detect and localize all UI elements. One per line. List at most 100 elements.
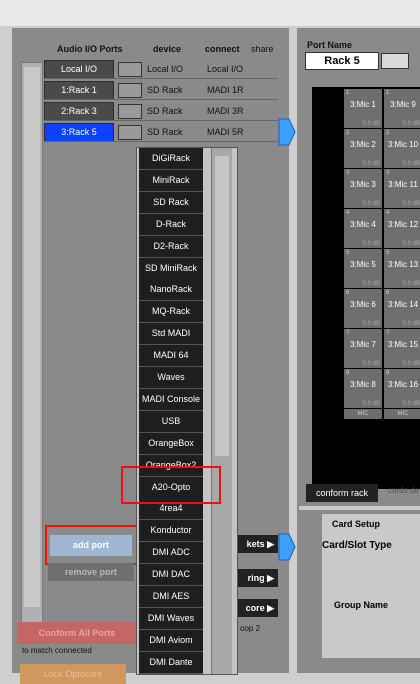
channel-cell[interactable]: 7 3:Mic 7 0.0 dB [344, 329, 382, 368]
channel-number: 2 [346, 130, 350, 136]
dropdown-option[interactable]: DMI Aviom [139, 629, 203, 652]
conform-rack-button[interactable]: conform rack [306, 484, 378, 502]
port-name-cell[interactable]: Local I/O [44, 60, 114, 79]
row-divider [44, 99, 278, 100]
channel-name: 3:Mic 12 [387, 220, 419, 229]
channel-gain: 0.0 dB [362, 321, 380, 327]
dropdown-option[interactable]: MQ-Rack [139, 301, 203, 324]
channel-cell[interactable]: 3 3:Mic 11 0.0 dB [384, 169, 420, 208]
dropdown-option[interactable]: DMI DAC [139, 564, 203, 587]
channel-cell[interactable]: 2 3:Mic 10 0.0 dB [384, 129, 420, 168]
arrow-right-icon[interactable] [278, 533, 296, 561]
lock-optocore-button[interactable]: Lock Optocore [20, 664, 126, 684]
device-dropdown[interactable]: DiGiRack MiniRack SD Rack D-Rack D2-Rack SD M… [136, 147, 238, 675]
channel-cell[interactable]: 8 3:Mic 16 0.0 dB [384, 369, 420, 408]
channel-number: 2 [386, 130, 390, 136]
channel-name: 3:Mic 10 [387, 140, 419, 149]
mic-label: MIC [384, 409, 420, 419]
channel-gain: 0.0 dB [362, 161, 380, 167]
device-select-toggle[interactable] [118, 104, 142, 119]
dropdown-option[interactable]: SD Rack [139, 191, 203, 214]
channel-cell[interactable]: 3 3:Mic 3 0.0 dB [344, 169, 382, 208]
device-cell: SD Rack [147, 85, 183, 95]
dropdown-option[interactable]: MiniRack [139, 169, 203, 192]
channel-cell[interactable]: 2 3:Mic 2 0.0 dB [344, 129, 382, 168]
dropdown-option[interactable]: DiGiRack [139, 148, 203, 170]
channel-gain: 0.0 dB [402, 361, 420, 367]
channel-number: 8 [346, 370, 350, 376]
device-select-toggle[interactable] [118, 83, 142, 98]
channel-cell[interactable]: 4 3:Mic 4 0.0 dB [344, 209, 382, 248]
routing-button[interactable]: ring ▶ [236, 569, 278, 587]
col-header-device: device [153, 44, 182, 54]
sockets-button[interactable]: kets ▶ [236, 535, 278, 553]
dropdown-option[interactable]: D2-Rack [139, 235, 203, 258]
channel-gain: 0.0 dB [402, 121, 420, 127]
dropdown-scrollbar[interactable] [211, 148, 232, 674]
dropdown-option[interactable]: Waves [139, 367, 203, 389]
cards-dev-label: cards de [388, 486, 419, 495]
channel-cell[interactable]: 6 3:Mic 14 0.0 dB [384, 289, 420, 328]
channel-gain: 0.0 dB [402, 401, 420, 407]
dropdown-option[interactable]: Std MADI [139, 323, 203, 346]
scrollbar-thumb[interactable] [24, 67, 40, 607]
channel-name: 3:Mic 5 [350, 260, 376, 269]
channel-number: 1 [346, 90, 350, 96]
channel-number: 5 [346, 250, 350, 256]
scrollbar-thumb[interactable] [215, 156, 229, 456]
dropdown-option[interactable]: MADI Console [139, 388, 203, 411]
device-select-toggle[interactable] [118, 62, 142, 77]
port-row[interactable]: 1:Rack 1 SD Rack MADI 1R [44, 81, 278, 100]
channel-number: 6 [346, 290, 350, 296]
arrow-right-icon[interactable] [278, 118, 296, 146]
col-header-ports: Audio I/O Ports [57, 44, 123, 54]
port-row[interactable]: 3:Rack 5 SD Rack MADI 5R [44, 123, 278, 142]
card-slot-type-label: Card/Slot Type [322, 540, 392, 551]
dropdown-option[interactable]: OrangeBox [139, 432, 203, 455]
device-select-toggle[interactable] [118, 125, 142, 140]
channel-gain: 0.0 dB [362, 401, 380, 407]
conform-all-ports-button[interactable]: Conform All Ports [17, 622, 137, 644]
channel-number: 1 [386, 90, 390, 96]
channel-gain: 0.0 dB [402, 201, 420, 207]
keyboard-icon[interactable] [381, 53, 409, 69]
connect-cell: MADI 1R [207, 85, 244, 95]
channel-gain: 0.0 dB [402, 321, 420, 327]
port-name-cell[interactable]: 3:Rack 5 [44, 123, 114, 142]
dropdown-option[interactable]: DMI AES [139, 586, 203, 608]
channel-name: 3:Mic 4 [350, 220, 376, 229]
channel-name: 3:Mic 6 [350, 300, 376, 309]
channel-gain: 0.0 dB [402, 241, 420, 247]
connect-cell: MADI 5R [207, 127, 244, 137]
channel-cell[interactable]: 1 3:Mic 1 0.0 dB [344, 89, 382, 128]
channel-name: 3:Mic 14 [387, 300, 419, 309]
channel-cell[interactable]: 6 3:Mic 6 0.0 dB [344, 289, 382, 328]
port-row[interactable]: Local I/O Local I/O Local I/O [44, 60, 278, 79]
channel-number: 8 [386, 370, 390, 376]
dropdown-option[interactable]: D-Rack [139, 213, 203, 236]
dropdown-option[interactable]: NanoRack [139, 279, 203, 302]
channel-cell[interactable]: 5 3:Mic 13 0.0 dB [384, 249, 420, 288]
dropdown-option[interactable]: DMI Waves [139, 607, 203, 630]
channel-cell[interactable]: 5 3:Mic 5 0.0 dB [344, 249, 382, 288]
channel-cell[interactable]: 8 3:Mic 8 0.0 dB [344, 369, 382, 408]
dropdown-option[interactable]: DMI ADC [139, 542, 203, 565]
port-name-cell[interactable]: 2:Rack 3 [44, 102, 114, 121]
remove-port-button[interactable]: remove port [48, 563, 134, 581]
row-divider [44, 141, 278, 142]
channel-cell[interactable]: 4 3:Mic 12 0.0 dB [384, 209, 420, 248]
port-name-cell[interactable]: 1:Rack 1 [44, 81, 114, 100]
dropdown-option[interactable]: MADI 64 [139, 345, 203, 368]
channel-cell[interactable]: 7 3:Mic 15 0.0 dB [384, 329, 420, 368]
col-header-share: share [251, 44, 274, 54]
dropdown-option[interactable]: SD MiniRack [139, 257, 203, 280]
ports-scrollbar[interactable] [21, 62, 43, 624]
channel-cell[interactable]: 1 3:Mic 9 0.0 dB [384, 89, 420, 128]
dropdown-option[interactable]: Konductor [139, 520, 203, 543]
port-name-field[interactable]: Rack 5 [305, 52, 379, 70]
dropdown-option[interactable]: DMI Dante [139, 651, 203, 674]
optocore-button[interactable]: core ▶ [236, 599, 278, 617]
channel-number: 4 [346, 210, 350, 216]
port-row[interactable]: 2:Rack 3 SD Rack MADI 3R [44, 102, 278, 121]
dropdown-option[interactable]: USB [139, 410, 203, 433]
